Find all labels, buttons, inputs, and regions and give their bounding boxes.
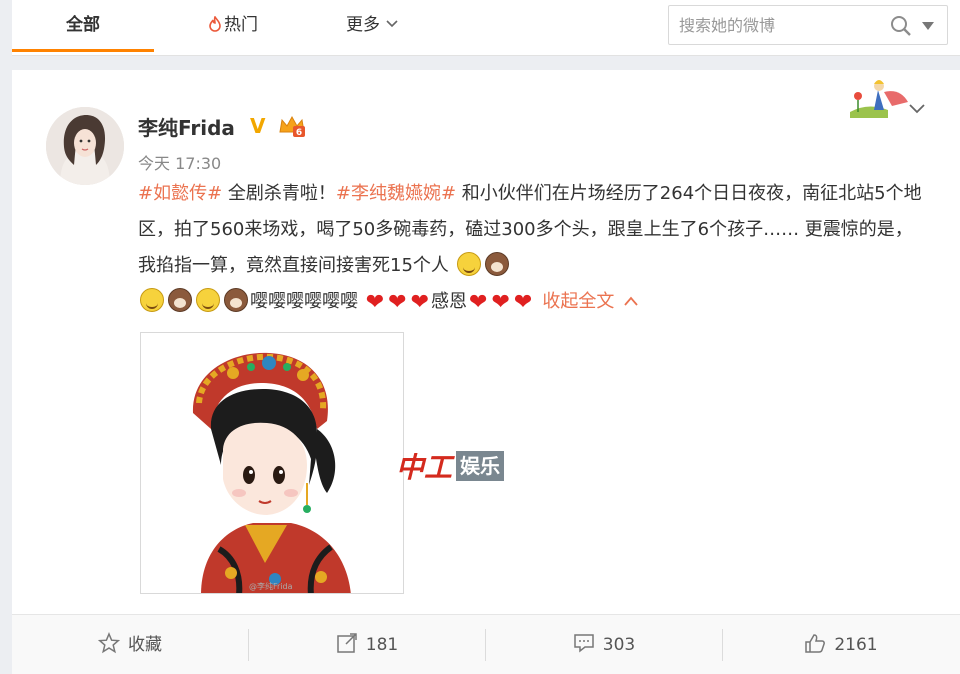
fire-icon bbox=[209, 16, 221, 32]
verified-badge: V bbox=[250, 114, 266, 138]
comment-count: 303 bbox=[602, 635, 636, 655]
dog-emoji-icon bbox=[224, 288, 248, 312]
comment-icon bbox=[574, 634, 594, 653]
collapse-full-text-link[interactable]: 收起全文 bbox=[542, 291, 614, 312]
forward-count: 181 bbox=[365, 635, 399, 655]
search-icon[interactable] bbox=[889, 14, 913, 38]
forward-button[interactable]: 181 bbox=[249, 615, 485, 674]
like-count: 2161 bbox=[834, 635, 878, 655]
crown-badge-icon[interactable]: 6 bbox=[278, 114, 306, 138]
doge-emoji-icon bbox=[456, 252, 481, 276]
tab-all-label: 全部 bbox=[66, 15, 100, 35]
post-action-bar: 收藏 181 303 2161 bbox=[12, 614, 960, 674]
top-tab-bar: 全部 热门 更多 bbox=[12, 0, 960, 56]
text-segment-1: 全剧杀青啦！ bbox=[222, 183, 336, 204]
watermark-box-text: 娱乐 bbox=[456, 451, 505, 481]
avatar-image bbox=[46, 107, 124, 185]
heart-icon: ❤ bbox=[491, 290, 510, 315]
search-box bbox=[668, 5, 948, 45]
svg-text:6: 6 bbox=[296, 128, 302, 138]
heart-icon: ❤ bbox=[388, 290, 407, 315]
avatar[interactable] bbox=[46, 107, 124, 185]
favorite-button[interactable]: 收藏 bbox=[12, 615, 248, 674]
caret-down-icon[interactable] bbox=[922, 22, 934, 30]
comment-button[interactable]: 303 bbox=[486, 615, 722, 674]
topic-link-1[interactable]: #如懿传# bbox=[138, 183, 222, 204]
image-caption: @李纯Frida bbox=[249, 582, 293, 591]
doge-emoji-icon bbox=[196, 288, 220, 312]
search-input[interactable] bbox=[679, 14, 879, 36]
text-segment-4: 感恩 bbox=[431, 291, 468, 312]
watermark-red-text: 中工 bbox=[396, 451, 453, 484]
tab-more-label: 更多 bbox=[346, 15, 380, 35]
post-menu-chevron-icon[interactable] bbox=[908, 103, 926, 115]
share-icon bbox=[337, 633, 357, 653]
heart-icon: ❤ bbox=[410, 290, 430, 315]
tab-hot[interactable]: 热门 bbox=[188, 0, 278, 52]
star-icon bbox=[97, 632, 121, 654]
tab-all[interactable]: 全部 bbox=[12, 0, 154, 52]
thumbs-up-icon bbox=[805, 634, 826, 653]
heart-icon: ❤ bbox=[365, 290, 385, 315]
topic-link-2[interactable]: #李纯魏嬿婉# bbox=[336, 183, 456, 204]
tab-hot-label: 热门 bbox=[224, 15, 258, 35]
dog-emoji-icon bbox=[168, 288, 192, 312]
post-text: #如懿传# 全剧杀青啦！#李纯魏嬿婉# 和小伙伴们在片场经历了264个日日夜夜，… bbox=[138, 176, 928, 321]
doge-emoji-icon bbox=[140, 288, 164, 312]
post-image[interactable]: @李纯Frida bbox=[140, 332, 404, 594]
heart-icon: ❤ bbox=[513, 290, 533, 315]
empress-illustration bbox=[141, 333, 403, 593]
heart-icon: ❤ bbox=[469, 290, 488, 315]
text-segment-3: 嘤嘤嘤嘤嘤嘤 bbox=[250, 291, 364, 312]
watermark-logo: 中工 娱乐 bbox=[396, 446, 505, 486]
username[interactable]: 李纯Frida bbox=[138, 112, 235, 141]
tab-more[interactable]: 更多 bbox=[322, 0, 422, 52]
post-time[interactable]: 今天 17:30 bbox=[138, 150, 221, 174]
chevron-up-icon[interactable] bbox=[624, 296, 639, 306]
chevron-down-icon bbox=[386, 20, 398, 28]
favorite-label: 收藏 bbox=[128, 635, 162, 655]
weibo-post-card: 李纯Frida V 6 今天 17:30 #如懿传# 全剧杀青啦！#李纯魏嬿婉#… bbox=[12, 70, 960, 674]
like-button[interactable]: 2161 bbox=[723, 615, 959, 674]
dog-emoji-icon bbox=[484, 252, 509, 276]
